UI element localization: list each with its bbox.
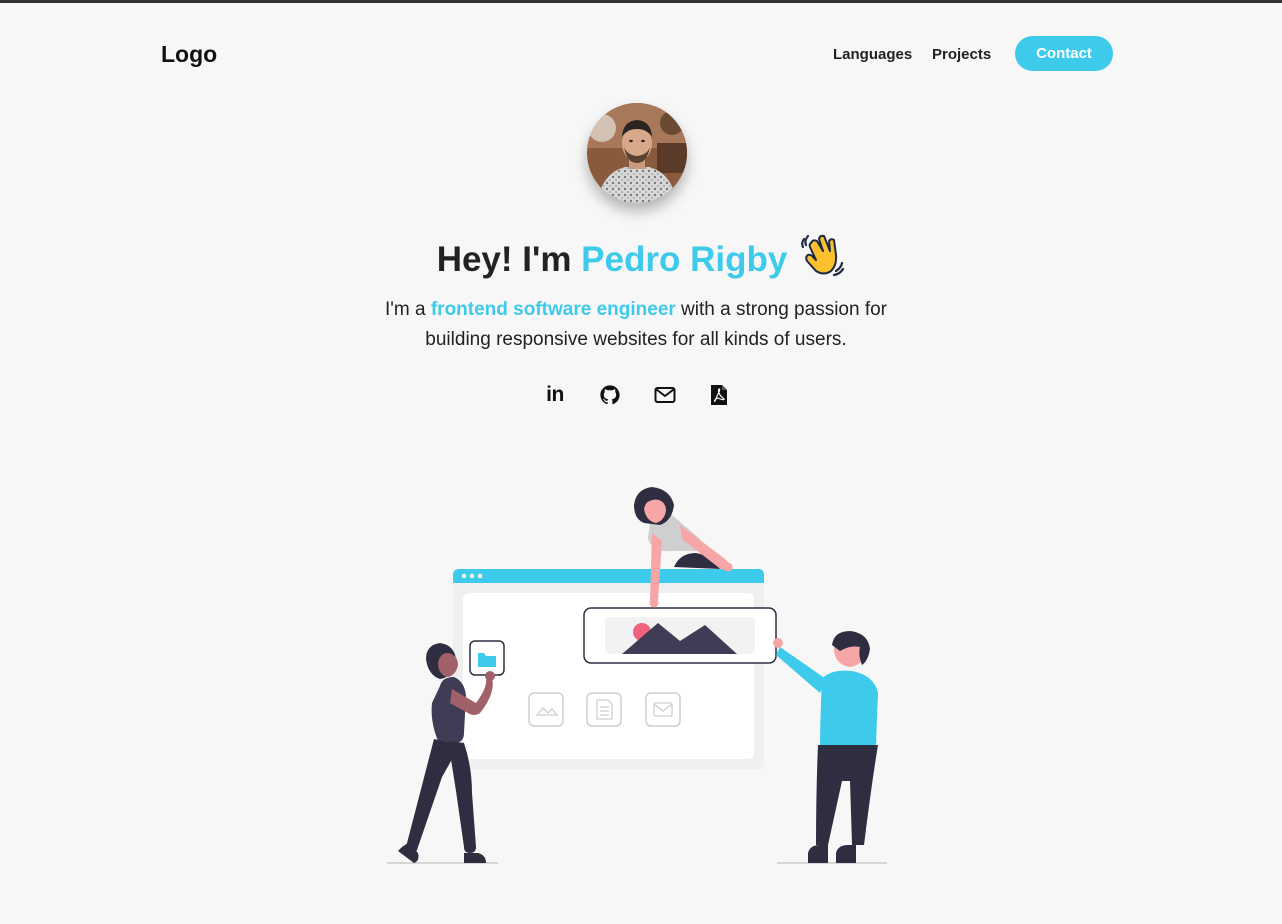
mail-icon[interactable] <box>653 383 677 407</box>
headline-greeting: Hey! I'm <box>436 240 582 279</box>
linkedin-icon-label: in <box>546 383 564 406</box>
hero-headline: Hey! I'm Pedro Rigby <box>0 233 1282 286</box>
social-links: in <box>0 383 1282 409</box>
logo[interactable]: Logo <box>161 41 217 68</box>
hero-illustration <box>380 481 900 876</box>
hero-intro: I'm a frontend software engineer with a … <box>381 295 891 355</box>
github-icon[interactable] <box>598 383 622 407</box>
person-right <box>773 631 878 863</box>
nav-link-projects[interactable]: Projects <box>932 46 991 63</box>
waving-hand-icon <box>799 233 845 286</box>
contact-button[interactable]: Contact <box>1015 36 1113 71</box>
intro-highlight: frontend software engineer <box>430 299 676 320</box>
headline-name: Pedro Rigby <box>581 240 788 279</box>
intro-prefix: I'm a <box>385 299 431 320</box>
nav-link-languages[interactable]: Languages <box>833 46 912 63</box>
top-nav: Logo Languages Projects Contact <box>0 3 1282 107</box>
floating-image-card <box>583 607 777 664</box>
linkedin-icon[interactable]: in <box>543 383 567 407</box>
avatar <box>587 103 687 203</box>
pdf-icon[interactable] <box>707 383 731 407</box>
avatar-photo <box>587 103 687 203</box>
